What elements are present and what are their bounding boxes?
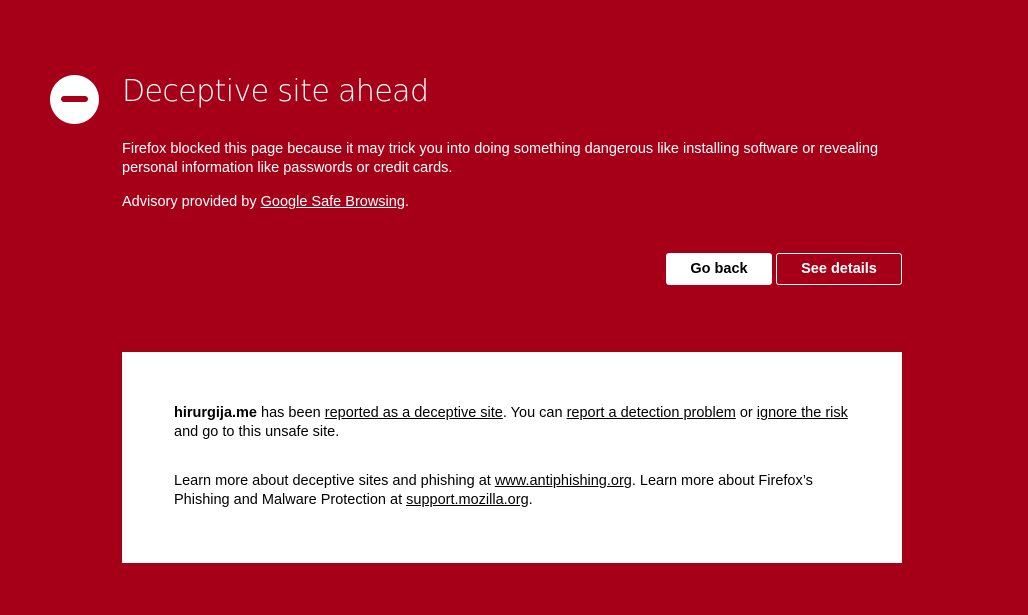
ignore-risk-link[interactable]: ignore the risk — [757, 405, 848, 421]
reported-deceptive-link[interactable]: reported as a deceptive site — [325, 405, 503, 421]
learn-more-paragraph: Learn more about deceptive sites and phi… — [174, 472, 850, 510]
site-domain: hirurgija.me — [174, 405, 257, 421]
details-paragraph: hirurgija.me has been reported as a dece… — [174, 404, 850, 442]
details-text: . You can — [502, 405, 567, 421]
advisory-suffix: . — [404, 194, 409, 210]
see-details-button[interactable]: See details — [776, 253, 902, 285]
page-title: Deceptive site ahead — [122, 74, 429, 109]
advisory-text: Advisory provided by Google Safe Browsin… — [122, 193, 409, 212]
advisory-prefix: Advisory provided by — [122, 194, 261, 210]
page-description: Firefox blocked this page because it may… — [122, 141, 879, 176]
stop-icon — [50, 75, 99, 124]
antiphishing-link[interactable]: www.antiphishing.org — [495, 473, 632, 489]
support-mozilla-link[interactable]: support.mozilla.org — [406, 492, 529, 508]
details-text: and go to this unsafe site. — [174, 424, 340, 440]
go-back-button[interactable]: Go back — [666, 253, 772, 285]
details-text: or — [735, 405, 757, 421]
google-safe-browsing-link[interactable]: Google Safe Browsing — [261, 194, 405, 210]
error-page: Deceptive site ahead Firefox blocked thi… — [0, 0, 1028, 615]
report-detection-problem-link[interactable]: report a detection problem — [567, 405, 736, 421]
learn-more-text: Learn more about deceptive sites and phi… — [174, 473, 495, 489]
learn-more-text: . — [528, 492, 533, 508]
details-panel: hirurgija.me has been reported as a dece… — [122, 352, 902, 563]
details-text: has been — [257, 405, 325, 421]
stop-icon-bar — [61, 96, 88, 102]
